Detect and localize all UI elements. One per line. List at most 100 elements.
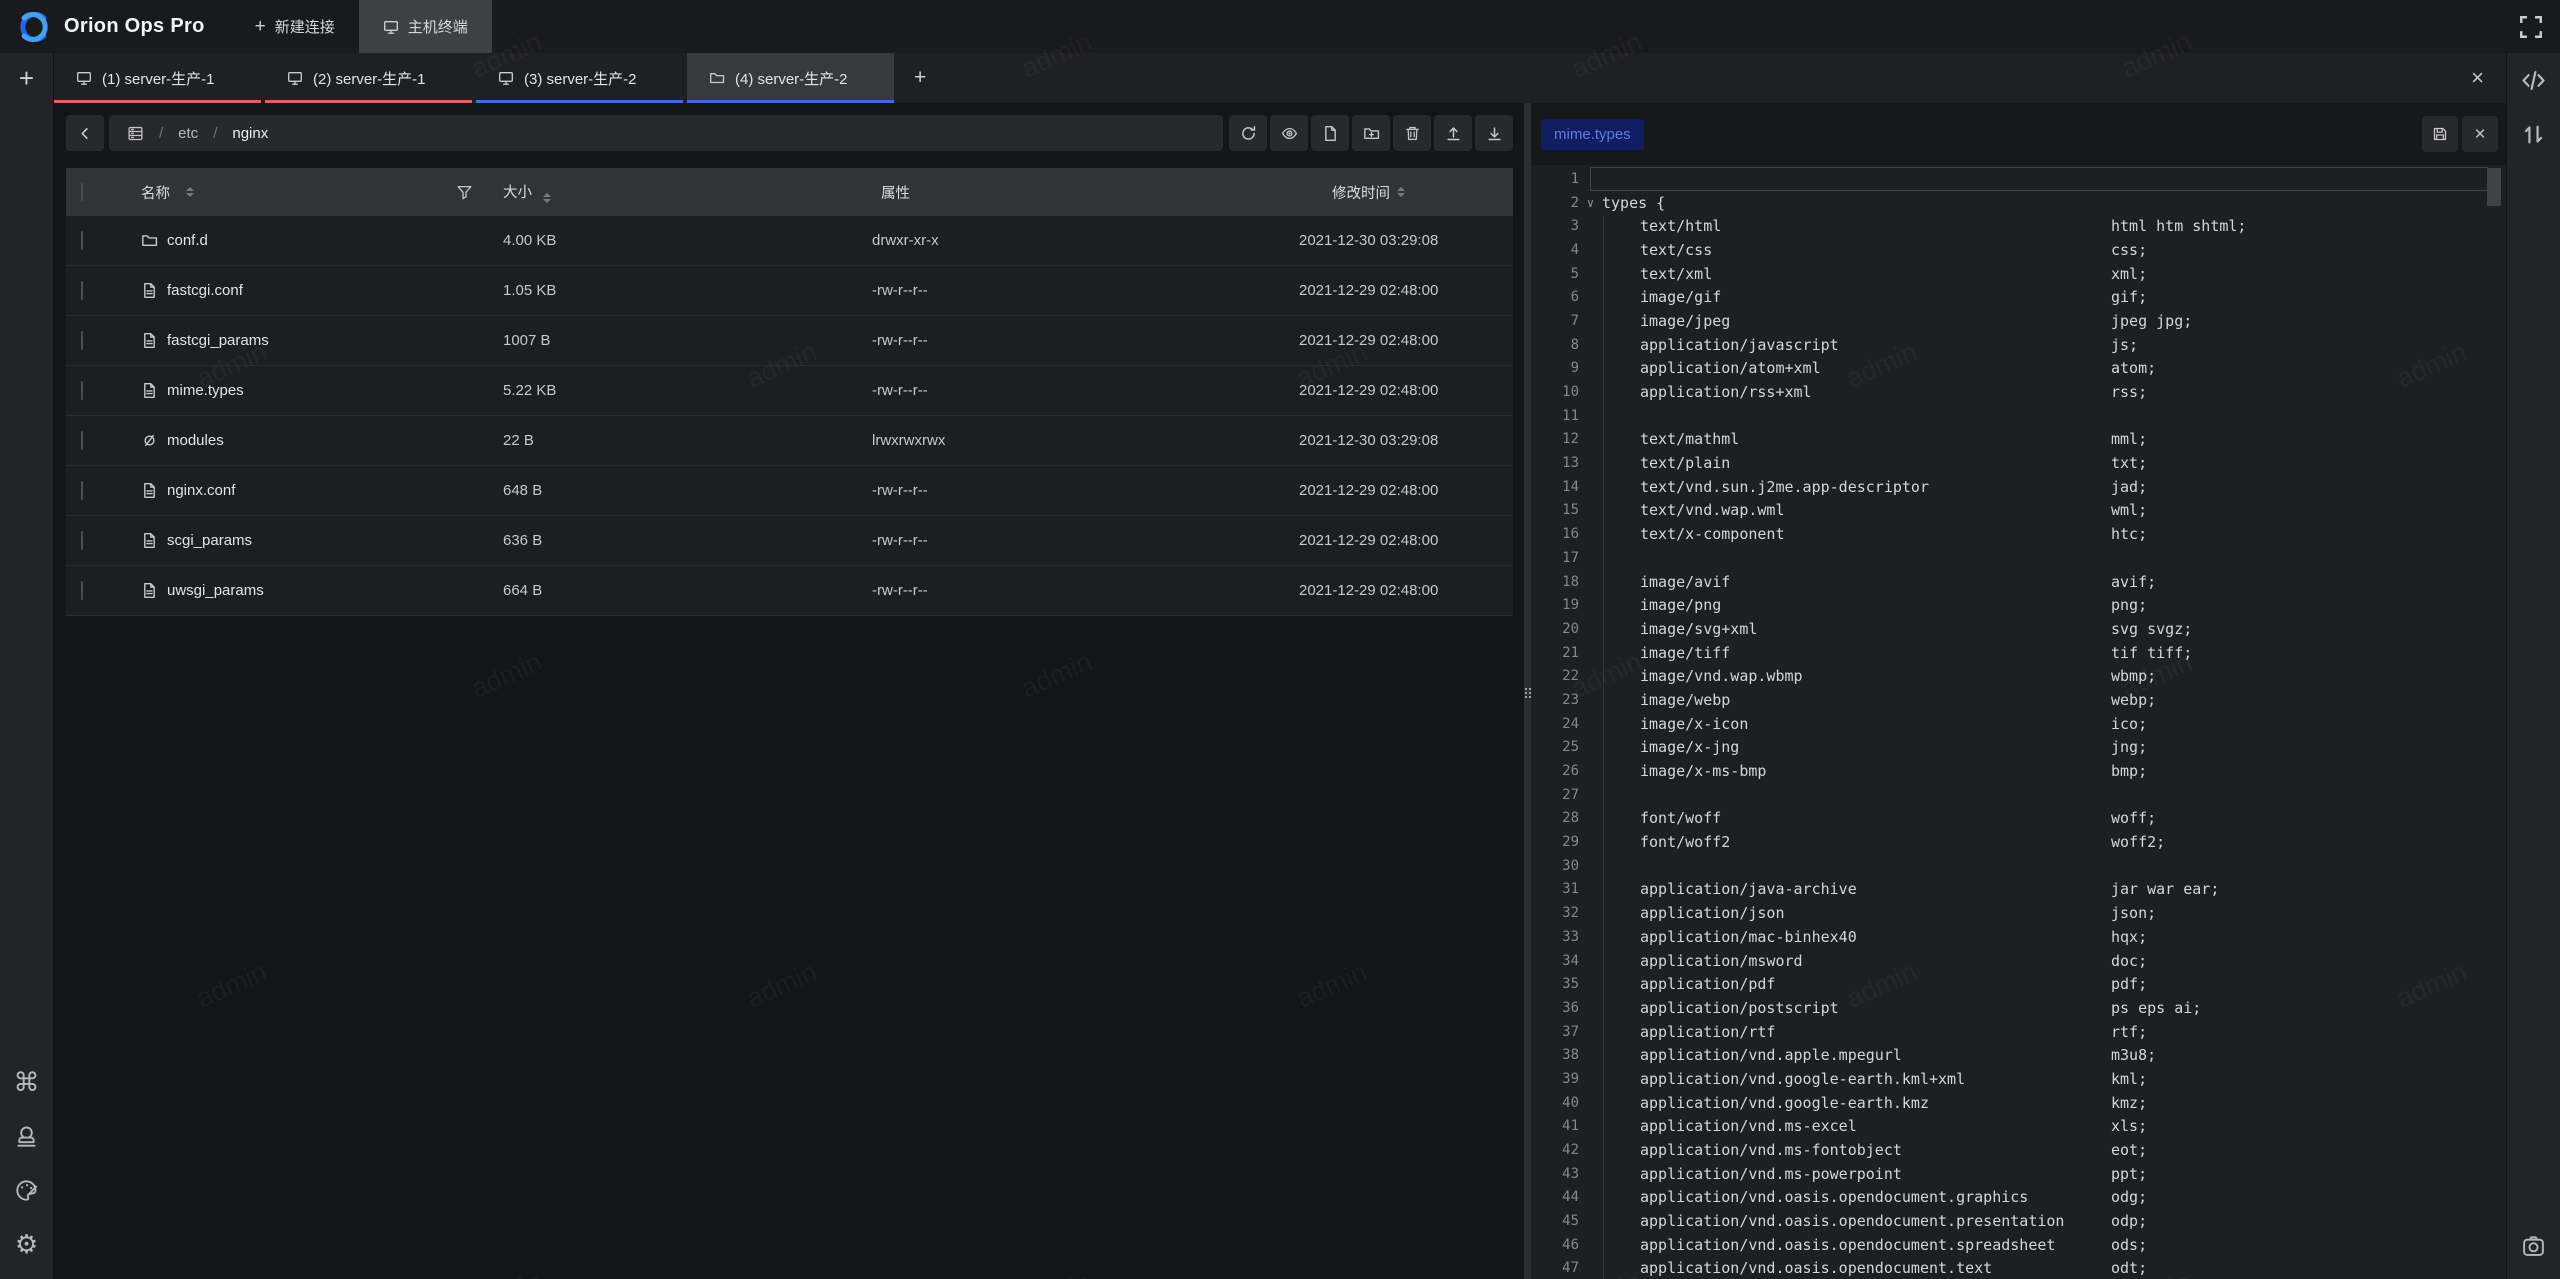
- delete-button[interactable]: [1393, 115, 1431, 151]
- theme-button[interactable]: [14, 1163, 40, 1217]
- file-attrs: lrwxrwxrwx: [872, 432, 1299, 449]
- file-attrs: -rw-r--r--: [872, 332, 1299, 349]
- file-size: 664 B: [503, 582, 872, 599]
- file-mtime: 2021-12-29 02:48:00: [1299, 332, 1513, 349]
- mime-type: image/x-jng: [1640, 738, 2111, 756]
- table-row[interactable]: uwsgi_params664 B-rw-r--r--2021-12-29 02…: [66, 566, 1513, 616]
- fullscreen-icon[interactable]: [2518, 14, 2544, 40]
- editor-file-tab[interactable]: mime.types: [1541, 119, 1644, 150]
- session-tab-2[interactable]: (2) server-生产-1: [265, 53, 472, 103]
- fold-toggle-icon[interactable]: ∨: [1579, 196, 1602, 210]
- file-name-cell: fastcgi_params: [126, 332, 503, 349]
- menu-item-host-terminal[interactable]: 主机终端: [359, 0, 492, 53]
- app-root: adminadminadminadminadminadminadminadmin…: [0, 0, 2560, 1279]
- filter-icon[interactable]: [456, 184, 473, 201]
- sort-size-icon[interactable]: [543, 193, 551, 203]
- table-row[interactable]: mime.types5.22 KB-rw-r--r--2021-12-29 02…: [66, 366, 1513, 416]
- preview-hidden-button[interactable]: [1270, 115, 1308, 151]
- line-number: 17: [1531, 550, 1579, 566]
- code-area[interactable]: 12∨types {3text/htmlhtml htm shtml;4text…: [1531, 165, 2506, 1279]
- save-button[interactable]: [2422, 116, 2458, 152]
- row-checkbox[interactable]: [81, 381, 83, 400]
- code-text: image/pngpng;: [1602, 596, 2147, 614]
- line-number: 35: [1531, 976, 1579, 992]
- code-line: 33application/mac-binhex40hqx;: [1531, 925, 2506, 949]
- line-number: 16: [1531, 526, 1579, 542]
- mime-extensions: ppt;: [2111, 1165, 2147, 1183]
- panel-divider[interactable]: [1524, 103, 1531, 1279]
- table-row[interactable]: conf.d4.00 KBdrwxr-xr-x2021-12-30 03:29:…: [66, 216, 1513, 266]
- table-row[interactable]: nginx.conf648 B-rw-r--r--2021-12-29 02:4…: [66, 466, 1513, 516]
- sort-mtime-icon[interactable]: [1397, 187, 1405, 197]
- link-icon: [141, 432, 158, 449]
- file-name-cell: scgi_params: [126, 532, 503, 549]
- breadcrumb-segment[interactable]: nginx: [232, 125, 268, 142]
- table-row[interactable]: modules22 Blrwxrwxrwx2021-12-30 03:29:08: [66, 416, 1513, 466]
- line-number: 29: [1531, 834, 1579, 850]
- breadcrumb[interactable]: /etc/nginx: [109, 115, 1223, 151]
- new-file-button[interactable]: [1311, 115, 1349, 151]
- screenshot-button[interactable]: [2507, 1219, 2560, 1273]
- column-mtime[interactable]: 修改时间: [1332, 182, 1390, 203]
- row-checkbox[interactable]: [81, 331, 83, 350]
- settings-button[interactable]: ⚙: [14, 1217, 40, 1271]
- mime-type: application/atom+xml: [1640, 359, 2111, 377]
- mime-extensions: odp;: [2111, 1212, 2147, 1230]
- column-size[interactable]: 大小: [503, 181, 532, 202]
- sftp-transfer-button[interactable]: [2507, 107, 2560, 161]
- download-button[interactable]: [1475, 115, 1513, 151]
- session-tab-3[interactable]: (3) server-生产-2: [476, 53, 683, 103]
- table-row[interactable]: fastcgi.conf1.05 KB-rw-r--r--2021-12-29 …: [66, 266, 1513, 316]
- mime-extensions: jng;: [2111, 738, 2147, 756]
- code-line: 39application/vnd.google-earth.kml+xmlkm…: [1531, 1067, 2506, 1091]
- select-all-checkbox[interactable]: [81, 183, 83, 201]
- code-text: application/vnd.oasis.opendocument.sprea…: [1602, 1236, 2147, 1254]
- mime-type: application/vnd.oasis.opendocument.text: [1640, 1259, 2111, 1277]
- shortcut-keys-button[interactable]: ⌘: [14, 1055, 40, 1109]
- new-session-button[interactable]: +: [19, 65, 34, 91]
- session-tab-4[interactable]: (4) server-生产-2: [687, 53, 894, 103]
- row-checkbox[interactable]: [81, 531, 83, 550]
- mime-extensions: ods;: [2111, 1236, 2147, 1254]
- column-name[interactable]: 名称: [141, 182, 170, 203]
- new-tab-button[interactable]: +: [898, 53, 942, 103]
- mime-extensions: webp;: [2111, 691, 2156, 709]
- mime-extensions: wbmp;: [2111, 667, 2156, 685]
- new-folder-button[interactable]: [1352, 115, 1390, 151]
- breadcrumb-segment[interactable]: etc: [178, 125, 198, 142]
- file-size: 1007 B: [503, 332, 872, 349]
- file-name: fastcgi.conf: [167, 282, 243, 299]
- code-text: application/postscriptps eps ai;: [1602, 999, 2201, 1017]
- mime-type: application/vnd.ms-powerpoint: [1640, 1165, 2111, 1183]
- row-checkbox[interactable]: [81, 231, 83, 250]
- file-attrs: drwxr-xr-x: [872, 232, 1299, 249]
- row-checkbox[interactable]: [81, 281, 83, 300]
- row-checkbox-cell: [66, 332, 126, 349]
- row-checkbox[interactable]: [81, 581, 83, 600]
- table-row[interactable]: fastcgi_params1007 B-rw-r--r--2021-12-29…: [66, 316, 1513, 366]
- table-row[interactable]: scgi_params636 B-rw-r--r--2021-12-29 02:…: [66, 516, 1513, 566]
- command-snippets-button[interactable]: [2507, 53, 2560, 107]
- sort-name-icon[interactable]: [186, 187, 194, 197]
- identity-button[interactable]: [14, 1109, 40, 1163]
- divider-grip-icon[interactable]: [1525, 688, 1531, 698]
- file-mtime: 2021-12-29 02:48:00: [1299, 282, 1513, 299]
- row-checkbox[interactable]: [81, 481, 83, 500]
- row-checkbox-cell: [66, 482, 126, 499]
- column-attrs: 属性: [881, 182, 910, 203]
- file-name: conf.d: [167, 232, 208, 249]
- upload-button[interactable]: [1434, 115, 1472, 151]
- editor-scrollbar-thumb[interactable]: [2487, 168, 2501, 206]
- mime-type: text/plain: [1640, 454, 2111, 472]
- close-editor-button[interactable]: ×: [2462, 116, 2498, 152]
- back-button[interactable]: [66, 115, 104, 151]
- code-line: 29font/woff2woff2;: [1531, 830, 2506, 854]
- menu-item-new-connection[interactable]: +新建连接: [231, 0, 359, 53]
- line-number: 40: [1531, 1095, 1579, 1111]
- file-icon: [141, 482, 158, 499]
- download-icon: [1486, 125, 1503, 142]
- row-checkbox[interactable]: [81, 431, 83, 450]
- session-tab-1[interactable]: (1) server-生产-1: [54, 53, 261, 103]
- close-all-tabs-icon[interactable]: ×: [2463, 65, 2492, 91]
- refresh-button[interactable]: [1229, 115, 1267, 151]
